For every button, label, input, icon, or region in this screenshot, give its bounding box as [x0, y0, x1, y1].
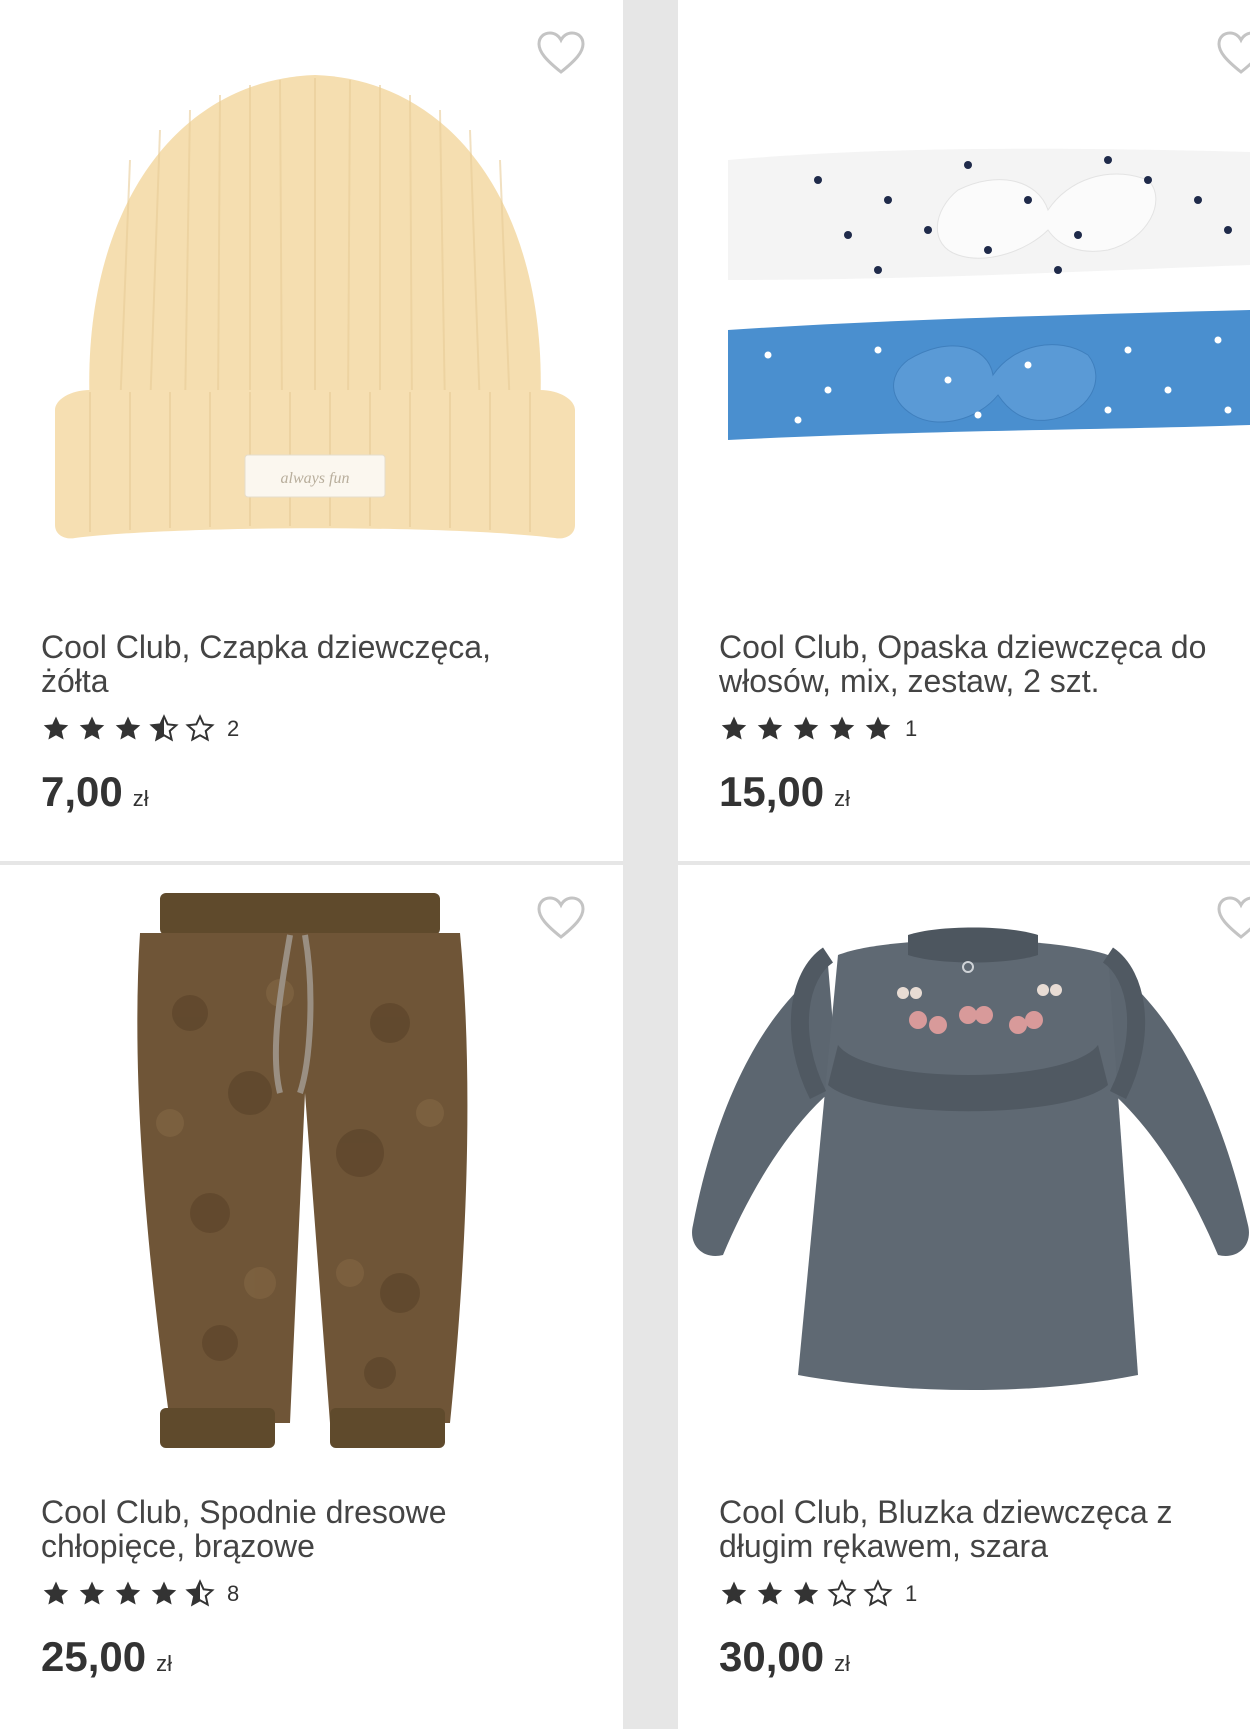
star-full-icon	[757, 716, 783, 740]
price-value: 25,00	[41, 1633, 147, 1680]
star-half-icon	[149, 714, 179, 742]
rating: 1	[719, 1579, 917, 1609]
star-full-icon	[865, 716, 891, 740]
product-image[interactable]	[728, 140, 1250, 480]
review-count: 8	[227, 1581, 240, 1606]
rating: 2	[41, 714, 239, 744]
price-value: 15,00	[719, 768, 825, 815]
price: 25,00 zł	[41, 1633, 172, 1681]
price-currency: zł	[834, 1651, 850, 1676]
product-image[interactable]: always fun	[50, 70, 580, 540]
product-image[interactable]	[688, 895, 1250, 1415]
hat-tag-text: always fun	[281, 470, 350, 487]
product-card[interactable]: Cool Club, Bluzka dziewczęca z długim rę…	[678, 865, 1250, 1729]
product-title[interactable]: Cool Club, Bluzka dziewczęca z długim rę…	[719, 1495, 1239, 1563]
price-value: 7,00	[41, 768, 123, 815]
product-title[interactable]: Cool Club, Opaska dziewczęca do włosów, …	[719, 630, 1239, 698]
star-full-icon	[793, 1581, 819, 1605]
product-card[interactable]: Cool Club, Opaska dziewczęca do włosów, …	[678, 0, 1250, 861]
star-full-icon	[79, 1581, 105, 1605]
star-empty-icon	[827, 1579, 857, 1607]
review-count: 2	[227, 716, 240, 741]
review-count: 1	[905, 716, 918, 741]
star-full-icon	[721, 716, 747, 740]
star-full-icon	[757, 1581, 783, 1605]
price-currency: zł	[156, 1651, 172, 1676]
product-card[interactable]: Cool Club, Spodnie dresowe chłopięce, br…	[0, 865, 623, 1729]
product-card[interactable]: always fun Cool Club, Czapka dziewczęca,…	[0, 0, 623, 861]
rating: 8	[41, 1579, 239, 1609]
product-title[interactable]: Cool Club, Czapka dziewczęca, żółta	[41, 630, 561, 698]
star-full-icon	[43, 716, 69, 740]
star-full-icon	[43, 1581, 69, 1605]
star-full-icon	[829, 716, 855, 740]
heart-icon[interactable]	[1216, 30, 1250, 76]
price-value: 30,00	[719, 1633, 825, 1680]
price: 15,00 zł	[719, 768, 850, 816]
star-full-icon	[793, 716, 819, 740]
star-full-icon	[79, 716, 105, 740]
product-image[interactable]	[130, 893, 470, 1453]
review-count: 1	[905, 1581, 918, 1606]
price: 30,00 zł	[719, 1633, 850, 1681]
price: 7,00 zł	[41, 768, 149, 816]
price-currency: zł	[834, 786, 850, 811]
star-full-icon	[721, 1581, 747, 1605]
star-empty-icon	[863, 1579, 893, 1607]
heart-icon[interactable]	[536, 895, 586, 941]
star-full-icon	[151, 1581, 177, 1605]
star-full-icon	[115, 1581, 141, 1605]
product-title[interactable]: Cool Club, Spodnie dresowe chłopięce, br…	[41, 1495, 561, 1563]
star-half-icon	[185, 1579, 215, 1607]
rating: 1	[719, 714, 917, 744]
star-empty-icon	[185, 714, 215, 742]
price-currency: zł	[132, 786, 149, 811]
star-full-icon	[115, 716, 141, 740]
